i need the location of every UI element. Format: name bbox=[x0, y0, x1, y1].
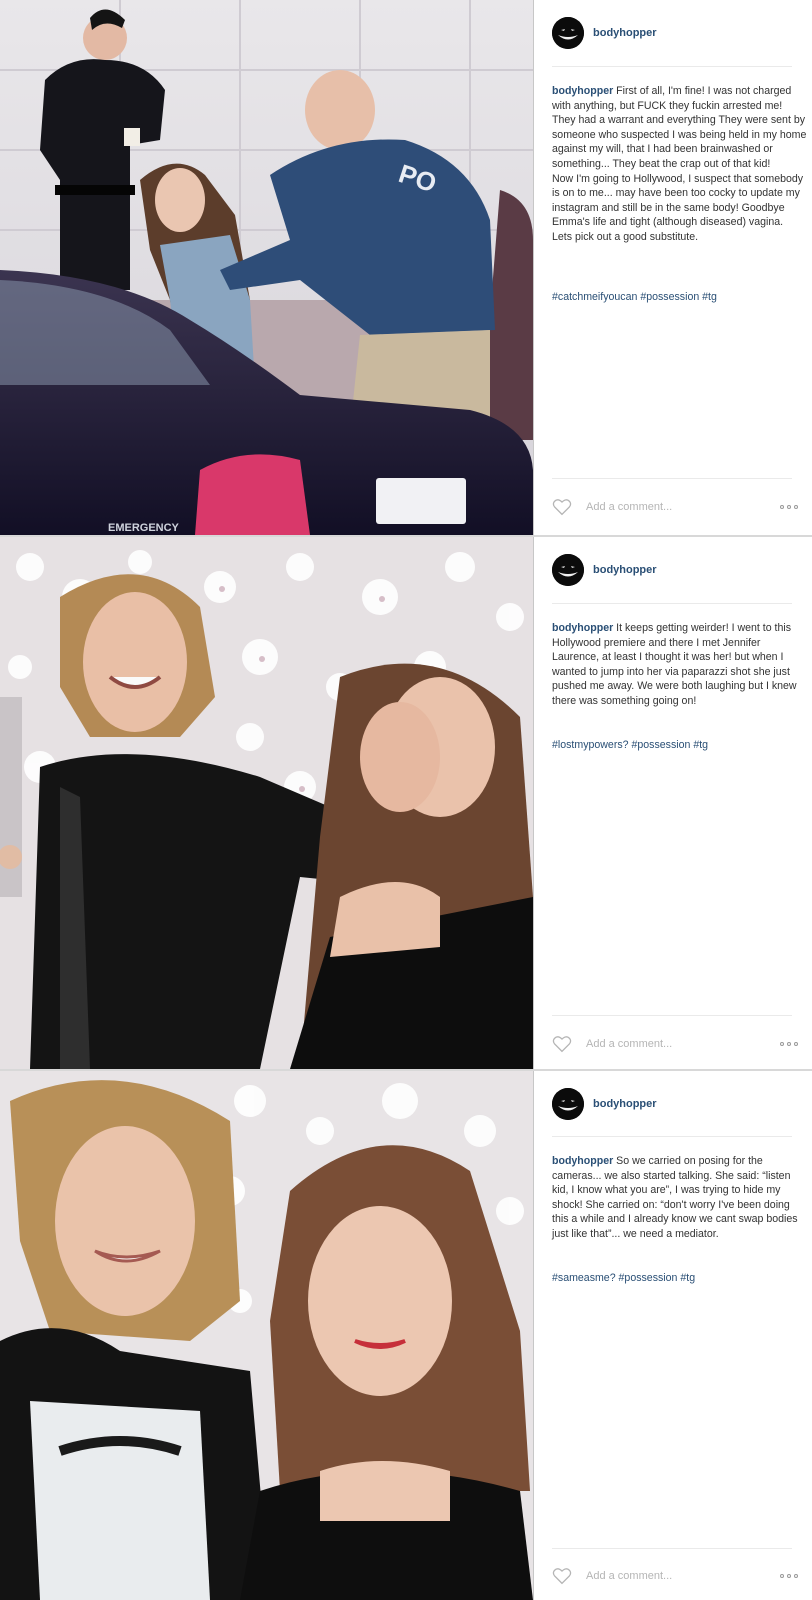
caption: bodyhopper So we carried on posing for t… bbox=[552, 1154, 808, 1242]
comment-input[interactable]: Add a comment... bbox=[586, 501, 780, 513]
hashtags[interactable]: #catchmeifyoucan #possession #tg bbox=[552, 291, 802, 303]
caption-text: It keeps getting weirder! I went to this… bbox=[552, 622, 797, 707]
heart-icon[interactable] bbox=[552, 1567, 572, 1585]
comment-input[interactable]: Add a comment... bbox=[586, 1570, 780, 1582]
username[interactable]: bodyhopper bbox=[593, 1098, 657, 1110]
grinning-face-avatar-icon bbox=[552, 17, 584, 49]
footer-rule bbox=[552, 478, 792, 479]
username[interactable]: bodyhopper bbox=[593, 27, 657, 39]
post-3-panel: bodyhopper bodyhopper So we carried on p… bbox=[534, 1071, 808, 1600]
post-1-photo[interactable]: PO EMERGENCY bbox=[0, 0, 533, 535]
grinning-face-avatar-icon bbox=[552, 554, 584, 586]
footer-rule bbox=[552, 1015, 792, 1016]
arrest-scene-photo: PO EMERGENCY bbox=[0, 0, 533, 535]
post-3: bodyhopper bodyhopper So we carried on p… bbox=[0, 1071, 812, 1600]
comment-bar: Add a comment... bbox=[552, 1032, 802, 1056]
heart-icon[interactable] bbox=[552, 1035, 572, 1053]
post-3-header: bodyhopper bbox=[552, 1087, 657, 1121]
premiere-photo bbox=[0, 537, 533, 1069]
posing-photo bbox=[0, 1071, 533, 1600]
caption-username[interactable]: bodyhopper bbox=[552, 1155, 613, 1167]
avatar[interactable] bbox=[552, 554, 584, 586]
more-options-icon[interactable] bbox=[780, 1574, 798, 1578]
more-options-icon[interactable] bbox=[780, 1042, 798, 1046]
username[interactable]: bodyhopper bbox=[593, 564, 657, 576]
caption-username[interactable]: bodyhopper bbox=[552, 85, 613, 97]
caption-username[interactable]: bodyhopper bbox=[552, 622, 613, 634]
post-2-photo[interactable] bbox=[0, 537, 533, 1069]
grinning-face-avatar-icon bbox=[552, 1088, 584, 1120]
header-rule bbox=[552, 66, 792, 67]
post-1-header: bodyhopper bbox=[552, 16, 657, 50]
avatar[interactable] bbox=[552, 1088, 584, 1120]
post-2-panel: bodyhopper bodyhopper It keeps getting w… bbox=[534, 537, 808, 1069]
caption: bodyhopper First of all, I'm fine! I was… bbox=[552, 84, 808, 245]
comment-input[interactable]: Add a comment... bbox=[586, 1038, 780, 1050]
footer-rule bbox=[552, 1548, 792, 1549]
post-2: bodyhopper bodyhopper It keeps getting w… bbox=[0, 537, 812, 1069]
hashtags[interactable]: #lostmypowers? #possession #tg bbox=[552, 739, 802, 751]
caption-text: First of all, I'm fine! I was not charge… bbox=[552, 85, 807, 243]
hashtags[interactable]: #sameasme? #possession #tg bbox=[552, 1272, 802, 1284]
avatar[interactable] bbox=[552, 17, 584, 49]
post-2-header: bodyhopper bbox=[552, 553, 657, 587]
heart-icon[interactable] bbox=[552, 498, 572, 516]
header-rule bbox=[552, 1136, 792, 1137]
comment-bar: Add a comment... bbox=[552, 1564, 802, 1588]
more-options-icon[interactable] bbox=[780, 505, 798, 509]
post-3-photo[interactable] bbox=[0, 1071, 533, 1600]
caption: bodyhopper It keeps getting weirder! I w… bbox=[552, 621, 808, 709]
car-emergency-text: EMERGENCY bbox=[108, 522, 180, 534]
comment-bar: Add a comment... bbox=[552, 495, 802, 519]
post-1-panel: bodyhopper bodyhopper First of all, I'm … bbox=[534, 0, 808, 535]
post-1: PO EMERGENCY bodyhopper bodyhopper First… bbox=[0, 0, 812, 535]
caption-text: So we carried on posing for the cameras.… bbox=[552, 1155, 798, 1240]
header-rule bbox=[552, 603, 792, 604]
